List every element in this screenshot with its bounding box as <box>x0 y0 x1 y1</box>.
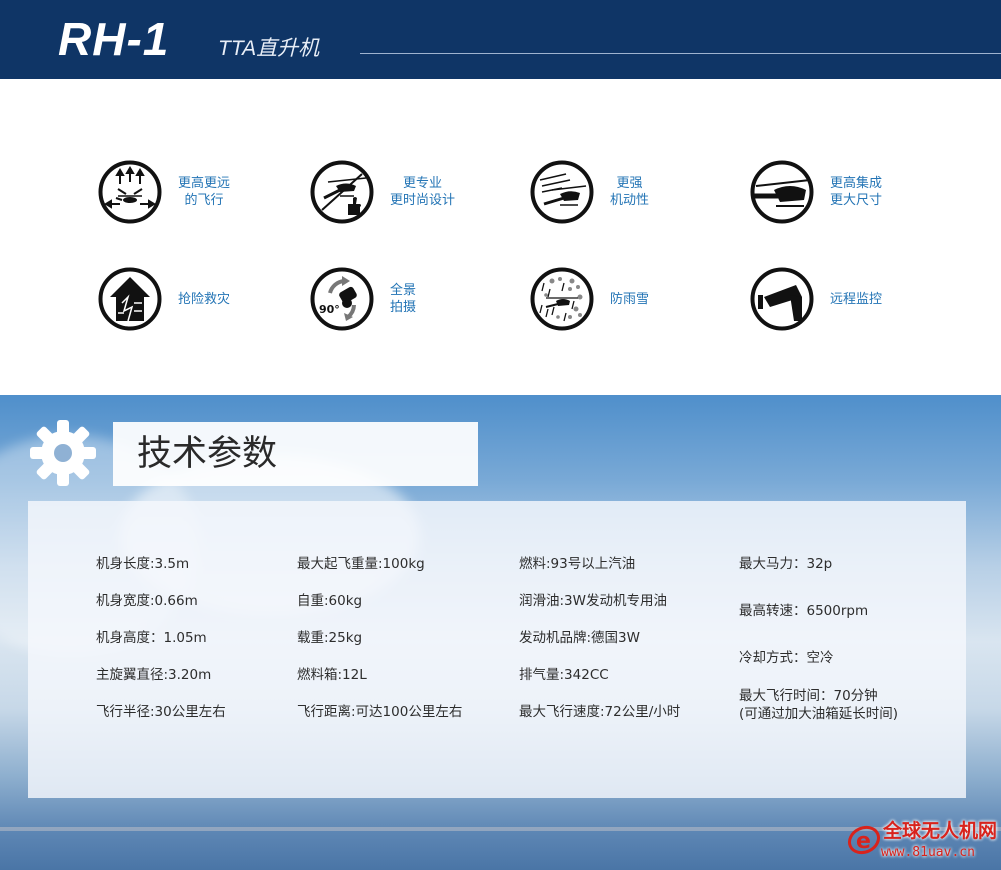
spec-item: 载重:25kg <box>297 630 363 646</box>
watermark-url: www.81uav.cn <box>881 845 975 860</box>
e-logo-icon: e <box>847 825 881 855</box>
tech-title: 技术参数 <box>137 434 278 474</box>
helicopter-thumbs-up-icon <box>310 160 374 224</box>
spec-item: 润滑油:3W发动机专用油 <box>519 593 667 609</box>
spec-item: 发动机品牌:德国3W <box>519 630 640 646</box>
rotate-camera-icon: 90° <box>310 267 374 331</box>
spec-item: 燃料:93号以上汽油 <box>519 556 636 572</box>
spec-item: 机身高度：1.05m <box>96 630 207 646</box>
features-section: 更高更远 的飞行 更专业 更时尚设计 更强 机动性 更高集成 更大尺寸 抢险救灾… <box>0 79 1001 395</box>
feature-label: 更高更远 的飞行 <box>178 176 231 208</box>
feature-professional-design: 更专业 更时尚设计 <box>310 160 455 224</box>
spec-item: 机身长度:3.5m <box>96 556 190 572</box>
spec-item: 冷却方式：空冷 <box>739 650 834 666</box>
spec-item: 飞行半径:30公里左右 <box>96 704 226 720</box>
gear-icon <box>30 420 96 486</box>
spec-item: 飞行距离:可达100公里左右 <box>297 704 463 720</box>
spec-item: 最高转速：6500rpm <box>739 603 869 619</box>
feature-rescue: 抢险救灾 <box>98 267 230 331</box>
spec-item: 最大飞行速度:72公里/小时 <box>519 704 681 720</box>
spec-item: (可通过加大油箱延长时间) <box>739 706 899 722</box>
feature-remote-monitoring: 远程监控 <box>750 267 882 331</box>
spec-item: 自重:60kg <box>297 593 363 609</box>
model-name: RH-1 <box>58 13 170 65</box>
spec-item: 机身宽度:0.66m <box>96 593 198 609</box>
feature-label: 更高集成 更大尺寸 <box>830 176 883 208</box>
feature-rain-snow: 防雨雪 <box>530 267 649 331</box>
specs-panel: 机身长度:3.5m 机身宽度:0.66m 机身高度：1.05m 主旋翼直径:3.… <box>28 501 966 798</box>
tech-section: 技术参数 机身长度:3.5m 机身宽度:0.66m 机身高度：1.05m 主旋翼… <box>0 395 1001 870</box>
svg-text:e: e <box>856 829 871 854</box>
tech-title-box: 技术参数 <box>113 422 478 486</box>
feature-label: 远程监控 <box>830 291 883 307</box>
spec-item: 排气量:342CC <box>519 667 609 683</box>
feature-higher-farther: 更高更远 的飞行 <box>98 160 230 224</box>
feature-integration-size: 更高集成 更大尺寸 <box>750 160 882 224</box>
feature-maneuverability: 更强 机动性 <box>530 160 649 224</box>
feature-label: 全景 拍摄 <box>390 283 417 315</box>
rescue-house-icon <box>98 267 162 331</box>
feature-label: 更强 机动性 <box>610 176 650 208</box>
feature-label: 抢险救灾 <box>178 291 231 307</box>
helicopter-speed-icon <box>530 160 594 224</box>
spec-item: 最大起飞重量:100kg <box>297 556 425 572</box>
large-helicopter-icon <box>750 160 814 224</box>
feature-panorama: 90° 全景 拍摄 <box>310 267 416 331</box>
header-divider <box>360 53 1001 54</box>
header-bar: RH-1 TTA直升机 <box>0 0 1001 79</box>
feature-label: 防雨雪 <box>610 291 650 307</box>
site-watermark: e 全球无人机网 www.81uav.cn <box>845 817 1001 867</box>
watermark-name: 全球无人机网 <box>883 820 998 842</box>
spec-item: 最大马力：32p <box>739 556 833 572</box>
rain-snow-helicopter-icon <box>530 267 594 331</box>
feature-label: 更专业 更时尚设计 <box>390 176 456 208</box>
spec-item: 主旋翼直径:3.20m <box>96 667 212 683</box>
angle-badge: 90° <box>319 303 340 316</box>
spec-item: 燃料箱:12L <box>297 667 367 683</box>
arrows-helicopter-icon <box>98 160 162 224</box>
surveillance-camera-icon <box>750 267 814 331</box>
model-subtitle: TTA直升机 <box>218 37 320 60</box>
spec-item: 最大飞行时间：70分钟 <box>739 688 878 704</box>
